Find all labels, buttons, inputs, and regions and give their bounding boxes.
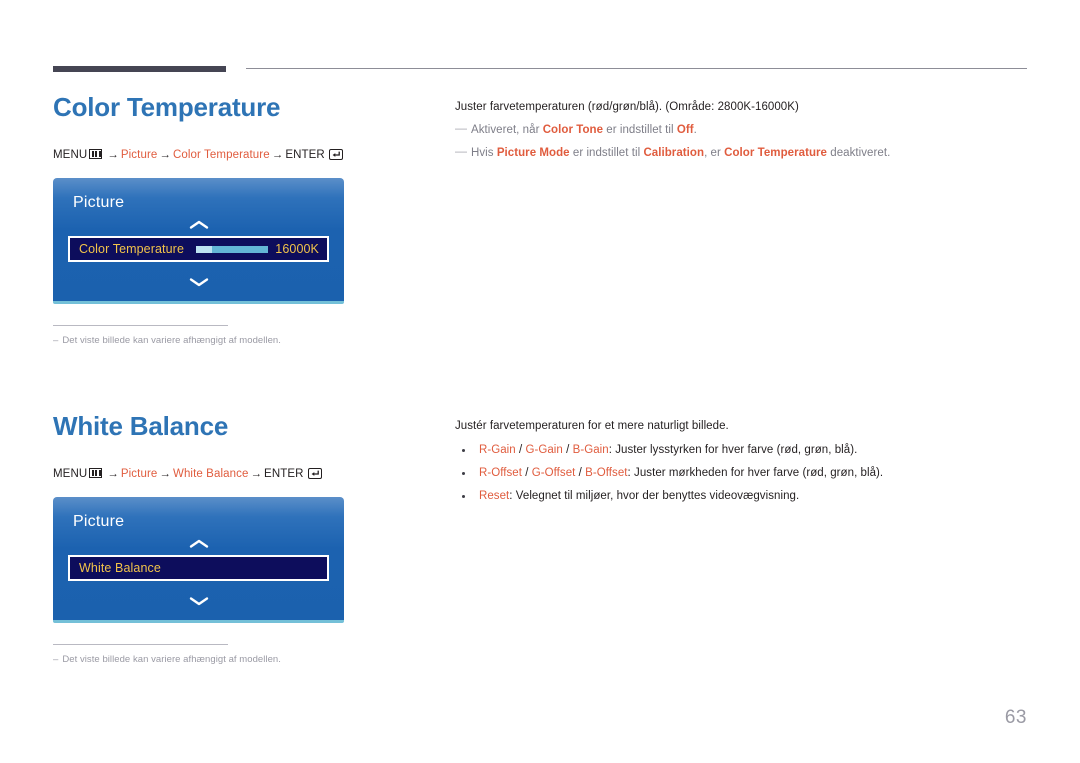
section-left-column: Color Temperature MENU → Picture → Color Tem…: [53, 92, 433, 347]
osd-row-label: Color Temperature: [79, 242, 184, 256]
note-keyword-off: Off: [676, 124, 694, 136]
bullet-keyword-b-gain: B-Gain: [572, 444, 609, 456]
bullet-separator: /: [575, 467, 586, 479]
bullet-keyword-g-gain: G-Gain: [525, 444, 563, 456]
caption-body: Det viste billede kan variere afhængigt …: [62, 335, 281, 346]
description-intro: Justér farvetemperaturen for et mere nat…: [455, 420, 729, 432]
osd-caption-white-balance: – Det viste billede kan variere afhængigt…: [53, 644, 281, 666]
caption-rule: [53, 325, 228, 326]
osd-row-color-temperature[interactable]: Color Temperature 16000K: [68, 236, 329, 262]
bullet-separator: /: [522, 467, 532, 479]
breadcrumb-arrow: →: [107, 149, 119, 161]
section-right-column: Justér farvetemperaturen for et mere nat…: [455, 419, 1035, 512]
caption-dash: –: [53, 654, 59, 665]
note-item: — Hvis Picture Mode er indstillet til Cal…: [455, 144, 1035, 161]
enter-return-icon: [328, 149, 343, 160]
breadcrumb-step-picture[interactable]: Picture: [121, 468, 158, 480]
breadcrumb-step-white-balance[interactable]: White Balance: [173, 468, 248, 480]
breadcrumb-arrow: →: [250, 468, 263, 480]
caption-body: Det viste billede kan variere afhængigt …: [62, 654, 281, 665]
bullet-list: R-Gain / G-Gain / B-Gain: Juster lysstyr…: [455, 443, 1035, 504]
note-keyword-color-tone: Color Tone: [542, 124, 604, 136]
caption-rule: [53, 644, 228, 645]
bullet-dot: [462, 472, 465, 475]
caption-text: – Det viste billede kan variere afhængigt…: [53, 335, 281, 347]
caption-dash: –: [53, 335, 59, 346]
bullet-keyword-r-offset: R-Offset: [479, 467, 523, 479]
section-right-column: Juster farvetemperaturen (rød/grøn/blå).…: [455, 100, 1035, 161]
breadcrumb-color-temperature: MENU → Picture → Color Temperature → ENTER: [53, 148, 433, 162]
note-text-part: Hvis: [471, 147, 497, 159]
bullet-separator: /: [562, 444, 573, 456]
breadcrumb-white-balance: MENU → Picture → White Balance → ENTER: [53, 467, 433, 481]
bullet-text: : Velegnet til miljøer, hvor der benytte…: [509, 490, 800, 502]
note-keyword-calibration: Calibration: [643, 147, 705, 159]
note-text-part: er indstillet til: [569, 147, 644, 159]
breadcrumb-step-color-temperature[interactable]: Color Temperature: [173, 149, 270, 161]
osd-row-value: 16000K: [275, 242, 319, 256]
section-left-column: White Balance MENU → Picture → White Balance…: [53, 411, 433, 666]
breadcrumb-arrow: →: [107, 468, 119, 480]
breadcrumb-step-picture[interactable]: Picture: [121, 149, 158, 161]
note-text-part: er indstillet til: [603, 124, 677, 136]
osd-slider-handle[interactable]: [196, 245, 213, 253]
osd-panel-white-balance: Picture White Balance: [53, 497, 344, 623]
chevron-up-icon[interactable]: [188, 218, 210, 230]
bullet-keyword-g-offset: G-Offset: [531, 467, 576, 479]
page-title-white-balance: White Balance: [53, 411, 229, 441]
osd-slider[interactable]: [196, 245, 269, 253]
osd-title: Picture: [73, 513, 125, 530]
bullet-dot: [462, 449, 465, 452]
bullet-text: : Juster mørkheden for hver farve (rød, …: [627, 467, 884, 479]
list-item: R-Gain / G-Gain / B-Gain: Juster lysstyr…: [455, 443, 1035, 458]
note-text-part: deaktiveret.: [827, 147, 891, 159]
osd-row-label: White Balance: [79, 561, 161, 575]
caption-text: – Det viste billede kan variere afhængigt…: [53, 654, 281, 666]
osd-row-white-balance[interactable]: White Balance: [68, 555, 329, 581]
list-item: Reset: Velegnet til miljøer, hvor der be…: [455, 489, 1035, 504]
chevron-down-icon[interactable]: [188, 594, 210, 606]
bullet-dot: [462, 495, 465, 498]
page-number: 63: [1004, 707, 1027, 728]
chevron-up-icon[interactable]: [188, 537, 210, 549]
note-text-part: .: [693, 124, 697, 136]
enter-label: ENTER: [264, 468, 304, 480]
header-rule-thick: [53, 66, 226, 72]
enter-return-icon: [307, 468, 322, 479]
breadcrumb-arrow: →: [159, 149, 171, 161]
menu-grid-icon: [89, 468, 103, 478]
header-rule-thin: [246, 68, 1027, 69]
osd-title: Picture: [73, 194, 125, 211]
osd-row-control: 16000K: [196, 242, 319, 256]
chevron-down-icon[interactable]: [188, 275, 210, 287]
list-item: R-Offset / G-Offset / B-Offset: Juster m…: [455, 466, 1035, 481]
osd-caption-color-temperature: – Det viste billede kan variere afhængigt…: [53, 325, 281, 347]
note-item: — Aktiveret, når Color Tone er indstillet…: [455, 121, 1035, 138]
description-intro: Juster farvetemperaturen (rød/grøn/blå).…: [455, 101, 799, 113]
page-title-color-temperature: Color Temperature: [53, 92, 281, 122]
menu-label: MENU: [53, 468, 88, 480]
enter-label: ENTER: [285, 149, 325, 161]
bullet-keyword-b-offset: B-Offset: [585, 467, 628, 479]
bullet-keyword-reset: Reset: [479, 490, 510, 502]
bullet-text: : Juster lysstyrken for hver farve (rød,…: [608, 444, 858, 456]
osd-panel-color-temperature: Picture Color Temperature 16000K: [53, 178, 344, 304]
note-dash: —: [455, 144, 468, 158]
note-text-part: Aktiveret, når: [471, 124, 543, 136]
note-text-part: , er: [704, 147, 725, 159]
page-header-rule: [53, 66, 1027, 72]
menu-label: MENU: [53, 149, 88, 161]
note-keyword-color-temperature: Color Temperature: [724, 147, 828, 159]
note-dash: —: [455, 121, 468, 135]
note-keyword-picture-mode: Picture Mode: [496, 147, 570, 159]
menu-grid-icon: [89, 149, 103, 159]
breadcrumb-arrow: →: [271, 149, 284, 161]
breadcrumb-arrow: →: [159, 468, 171, 480]
bullet-keyword-r-gain: R-Gain: [479, 444, 516, 456]
